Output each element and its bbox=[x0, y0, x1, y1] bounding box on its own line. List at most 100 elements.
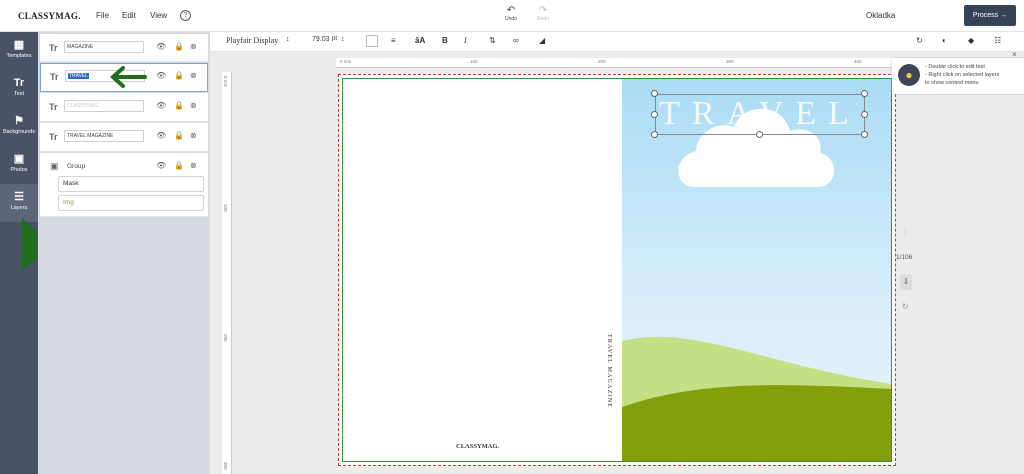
selection-box[interactable] bbox=[655, 94, 865, 135]
resize-handle[interactable] bbox=[861, 111, 868, 118]
ruler-label: 200 bbox=[598, 59, 606, 64]
layer-name-input[interactable]: CLASSYMAG. bbox=[64, 100, 144, 112]
group-child-mask[interactable]: Mask bbox=[58, 176, 204, 192]
font-family-chevron-icon[interactable]: ↕ bbox=[286, 36, 290, 43]
menu-file[interactable]: File bbox=[96, 11, 109, 20]
layer-order-icon[interactable]: ◆ bbox=[968, 36, 974, 45]
lock-icon[interactable]: 🔒 bbox=[174, 101, 184, 110]
next-page-icon[interactable]: ⇩ bbox=[900, 274, 912, 290]
document-title[interactable]: Okladka bbox=[866, 11, 895, 20]
delete-icon[interactable]: ⊗ bbox=[190, 101, 197, 110]
visibility-eye-icon[interactable]: 👁 bbox=[156, 71, 166, 80]
font-size-input[interactable]: 79.03 bbox=[312, 36, 330, 43]
text-toolbar: Playfair Display ↕ 79.03 pt ↕ ≡ āA B I ⇅… bbox=[210, 32, 1024, 52]
menu-edit[interactable]: Edit bbox=[122, 11, 136, 20]
group-label: Group bbox=[67, 163, 86, 170]
font-family-select[interactable]: Playfair Display bbox=[226, 36, 278, 45]
link-icon[interactable]: ∞ bbox=[513, 36, 519, 45]
layer-item[interactable]: Tr MAGAZINE 👁 🔒 ⊗ bbox=[40, 34, 208, 62]
font-size-unit: pt bbox=[332, 36, 338, 42]
layer-item[interactable]: Tr CLASSYMAG. 👁 🔒 ⊗ bbox=[40, 93, 208, 122]
delete-icon[interactable]: ⊗ bbox=[190, 131, 197, 140]
letter-spacing-icon[interactable]: āA bbox=[415, 36, 425, 45]
lock-icon[interactable]: 🔒 bbox=[174, 131, 184, 140]
group-child-image[interactable]: Img bbox=[58, 195, 204, 211]
text-color-swatch[interactable] bbox=[366, 35, 378, 47]
process-button[interactable]: Process → bbox=[964, 5, 1016, 26]
sidebar-item-templates[interactable]: ▦ Templates bbox=[0, 32, 38, 70]
align-icon[interactable]: ≡ bbox=[391, 36, 396, 45]
text-icon: Tr bbox=[13, 77, 25, 89]
line-height-icon[interactable]: ⇅ bbox=[489, 36, 496, 45]
delete-icon[interactable]: ⊗ bbox=[190, 42, 197, 51]
visibility-eye-icon[interactable]: 👁 bbox=[156, 161, 166, 170]
tip-line: - Double click to edit text bbox=[925, 64, 985, 70]
resize-handle[interactable] bbox=[651, 90, 658, 97]
undo-button[interactable]: ↶ Undo bbox=[500, 5, 522, 23]
resize-handle[interactable] bbox=[651, 111, 658, 118]
close-icon[interactable]: × bbox=[1012, 50, 1017, 59]
ruler-label: 100 bbox=[470, 59, 478, 64]
text-layer-icon: Tr bbox=[50, 72, 59, 82]
sidebar-item-backgrounds[interactable]: ⚑ Backgrounds bbox=[0, 108, 38, 146]
font-size-chevron-icon[interactable]: ↕ bbox=[341, 36, 345, 43]
layers-icon: ☰ bbox=[14, 191, 24, 203]
undo-icon: ↶ bbox=[506, 5, 516, 16]
redo-button[interactable]: ↷ Redo bbox=[532, 5, 554, 23]
opacity-icon[interactable]: ◐ bbox=[942, 36, 947, 45]
ruler-label: 300 bbox=[223, 462, 228, 470]
back-cover[interactable] bbox=[343, 79, 622, 461]
back-cover-logo[interactable]: CLASSYMAG. bbox=[456, 443, 499, 450]
layer-name-input[interactable]: MAGAZINE bbox=[64, 41, 144, 53]
lock-icon[interactable]: 🔒 bbox=[174, 42, 184, 51]
tip-line: - Right click on selected layers bbox=[925, 72, 1000, 78]
ruler-label: 0 mm bbox=[340, 59, 352, 64]
app-logo[interactable]: CLASSYMAG. bbox=[18, 11, 81, 21]
sidebar-item-photos[interactable]: ▣ Photos bbox=[0, 146, 38, 184]
selected-text: TRAVEL bbox=[68, 73, 90, 79]
menu-view[interactable]: View bbox=[150, 11, 167, 20]
resize-handle[interactable] bbox=[861, 90, 868, 97]
annotation-arrow-icon bbox=[110, 66, 147, 88]
prev-page-icon[interactable]: ⇧ bbox=[902, 228, 909, 237]
lock-icon[interactable]: 🔒 bbox=[174, 161, 184, 170]
rotate-icon[interactable]: ↻ bbox=[916, 36, 923, 45]
visibility-eye-icon[interactable]: 👁 bbox=[156, 131, 166, 140]
hill-dark bbox=[622, 385, 892, 461]
sidebar-item-label: Text bbox=[13, 91, 25, 97]
ruler-label: 400 bbox=[854, 59, 862, 64]
resize-handle[interactable] bbox=[861, 131, 868, 138]
sidebar: ▦ Templates Tr Text ⚑ Backgrounds ▣ Phot… bbox=[0, 32, 62, 474]
bold-icon[interactable]: B bbox=[442, 36, 448, 45]
help-icon[interactable]: ? bbox=[180, 10, 191, 21]
delete-icon[interactable]: ⊗ bbox=[190, 161, 197, 170]
sidebar-item-label: Templates bbox=[6, 53, 32, 59]
layer-group[interactable]: ▣ Group 👁 🔒 ⊗ Mask Img bbox=[40, 153, 208, 217]
ruler-label: 200 bbox=[223, 334, 228, 342]
resize-handle[interactable] bbox=[756, 131, 763, 138]
sidebar-item-text[interactable]: Tr Text bbox=[0, 70, 38, 108]
spine-text[interactable]: TRAVEL MAGAZINE bbox=[602, 334, 612, 418]
refresh-icon[interactable]: ↻ bbox=[902, 302, 909, 311]
vertical-ruler: 0 mm 100 200 300 bbox=[222, 72, 232, 474]
ruler-label: 0 mm bbox=[223, 76, 228, 88]
ruler-label: 300 bbox=[726, 59, 734, 64]
photos-icon: ▣ bbox=[13, 153, 25, 165]
top-bar: CLASSYMAG. File Edit View ? ↶ Undo ↷ Red… bbox=[0, 0, 1024, 32]
settings-sliders-icon[interactable]: ☷ bbox=[994, 36, 1001, 45]
sidebar-item-label: Layers bbox=[10, 205, 28, 211]
delete-icon[interactable]: ⊗ bbox=[190, 71, 197, 80]
visibility-eye-icon[interactable]: 👁 bbox=[156, 101, 166, 110]
redo-label: Redo bbox=[537, 16, 549, 22]
undo-label: Undo bbox=[505, 16, 517, 22]
text-layer-icon: Tr bbox=[49, 43, 58, 53]
italic-icon[interactable]: I bbox=[464, 36, 467, 45]
layer-item[interactable]: Tr TRAVEL MAGAZINE 👁 🔒 ⊗ bbox=[40, 123, 208, 152]
lock-icon[interactable]: 🔒 bbox=[174, 71, 184, 80]
visibility-eye-icon[interactable]: 👁 bbox=[156, 42, 166, 51]
resize-handle[interactable] bbox=[651, 131, 658, 138]
layer-name-input[interactable]: TRAVEL MAGAZINE bbox=[64, 130, 144, 142]
layer-item-selected[interactable]: Tr TRAVEL 👁 🔒 ⊗ bbox=[40, 63, 208, 92]
redo-icon: ↷ bbox=[538, 5, 548, 16]
fill-icon[interactable]: ◢ bbox=[539, 36, 545, 45]
